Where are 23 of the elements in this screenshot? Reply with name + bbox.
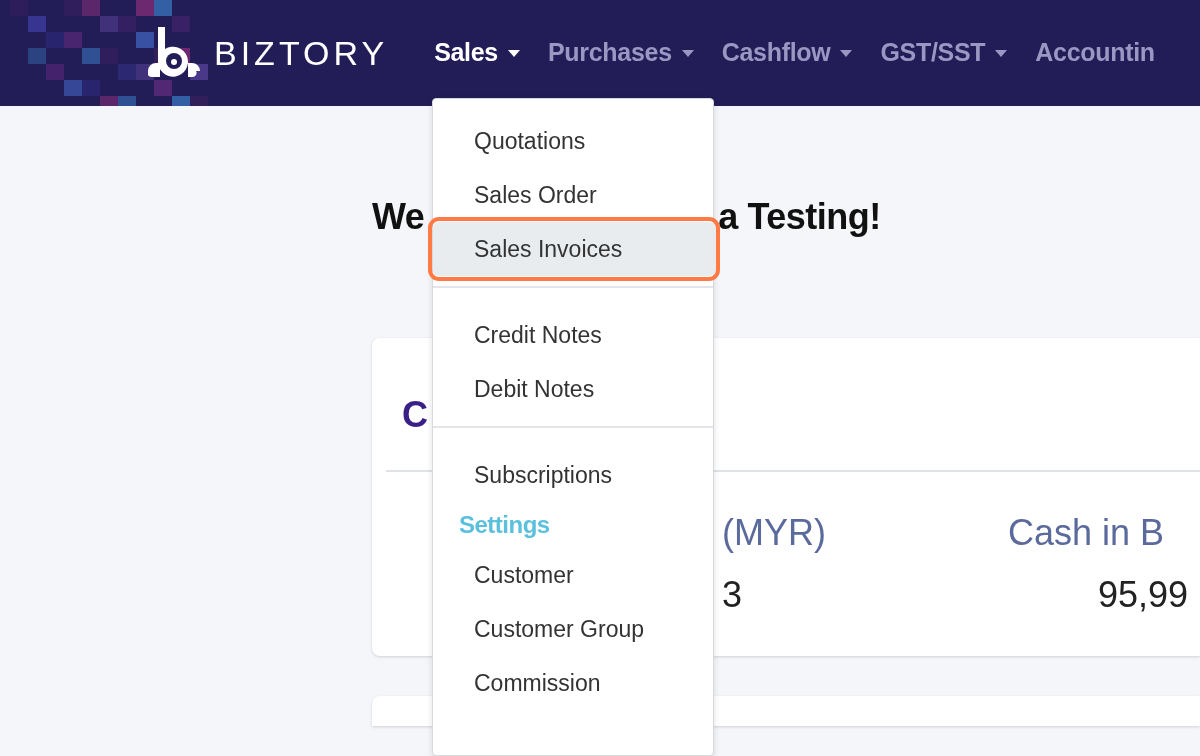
welcome-heading: a Testing!: [718, 195, 881, 239]
nav-menu-item[interactable]: Cashflow: [721, 34, 853, 72]
welcome-heading: We: [372, 195, 425, 239]
nav-menu-item[interactable]: GST/SST: [880, 34, 1008, 72]
dropdown-item[interactable]: Customer Group: [433, 602, 713, 656]
nav-menu-item[interactable]: Purchases: [547, 34, 694, 72]
nav-menu-item[interactable]: Accountin: [1035, 34, 1155, 72]
dropdown-item[interactable]: Sales Order: [433, 168, 713, 222]
card-title: C: [402, 394, 428, 435]
stat-label: (MYR): [722, 511, 826, 555]
stat-label: Cash in B: [1008, 511, 1166, 555]
stat-value: 95,99: [1098, 573, 1189, 617]
brand-name: BIZTORY: [214, 32, 389, 74]
dropdown-item[interactable]: Credit Notes: [433, 308, 713, 362]
nav-menu-item[interactable]: Sales: [434, 34, 520, 72]
dropdown-header: Settings: [458, 510, 551, 540]
logo-icon: [148, 27, 200, 79]
dropdown-item[interactable]: Debit Notes: [433, 362, 713, 416]
dropdown-item[interactable]: Quotations: [433, 114, 713, 168]
dropdown-item[interactable]: Subscriptions: [433, 448, 713, 502]
dropdown-item[interactable]: Customer: [433, 548, 713, 602]
dropdown-item[interactable]: Commission: [433, 656, 713, 710]
stat-value: 3: [722, 573, 743, 617]
